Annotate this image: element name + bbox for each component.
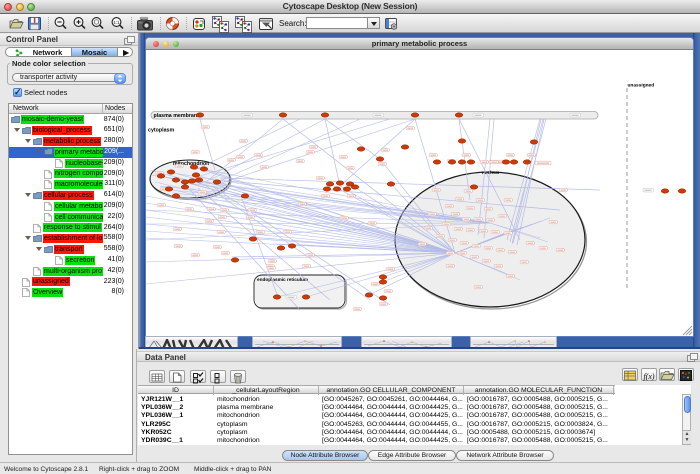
svg-text:cytoplasm: cytoplasm bbox=[148, 128, 174, 134]
svg-text:f(x): f(x) bbox=[643, 372, 654, 381]
svg-text:plasma membrane: plasma membrane bbox=[154, 113, 201, 119]
svg-text:endoplasmic reticulum: endoplasmic reticulum bbox=[257, 277, 308, 282]
svg-text:1:1: 1:1 bbox=[113, 20, 120, 25]
svg-text:unassigned: unassigned bbox=[628, 83, 655, 89]
